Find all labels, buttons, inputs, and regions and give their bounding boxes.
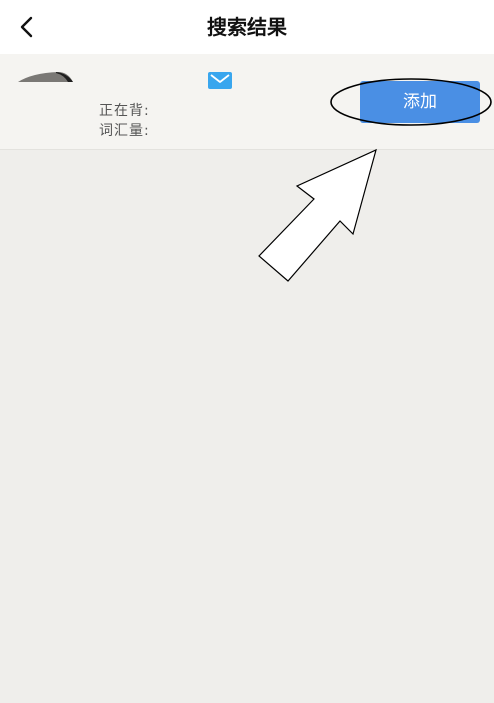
annotation-arrow: [258, 148, 377, 282]
search-result-card[interactable]: 正在背: 词汇量: 添加: [0, 54, 494, 150]
vocab-label: 词汇量:: [99, 123, 150, 139]
add-button[interactable]: 添加: [360, 81, 480, 123]
mail-icon: [208, 72, 232, 89]
page-title: 搜索结果: [207, 15, 287, 39]
avatar[interactable]: [18, 68, 74, 82]
nav-bar: 搜索结果: [0, 0, 494, 54]
studying-label: 正在背:: [99, 103, 150, 119]
